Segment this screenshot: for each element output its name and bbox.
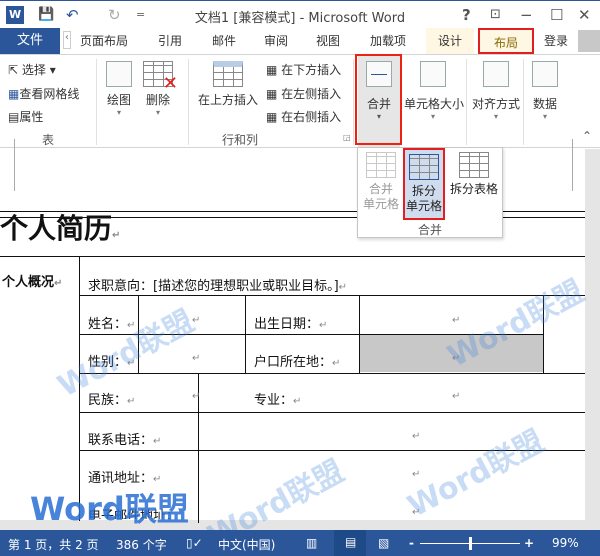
merge-cells-icon: [366, 152, 396, 178]
merge-dropdown: 合并 单元格 拆分 单元格 拆分表格 合并: [357, 147, 503, 238]
title-bar: W 💾 ↶ ↻ = 文档1 [兼容模式] - Microsoft Word ? …: [0, 0, 600, 28]
tab-review[interactable]: 审阅: [264, 32, 288, 49]
group-label-table: 表: [42, 133, 55, 147]
major-label[interactable]: 专业：↵: [254, 389, 301, 408]
print-layout-button[interactable]: ▤: [334, 530, 366, 556]
insert-left-icon: ▦: [266, 87, 278, 101]
paragraph-mark: ↵: [452, 353, 461, 364]
tab-mailings[interactable]: 邮件: [212, 32, 236, 49]
ethnicity-label[interactable]: 民族：↵: [88, 389, 135, 408]
tab-layout[interactable]: 布局: [478, 28, 535, 54]
cursor-icon: ⇱: [8, 63, 19, 77]
split-table-button[interactable]: 拆分表格: [447, 152, 501, 197]
document-heading[interactable]: 个人简历↵: [0, 211, 120, 254]
sign-in-link[interactable]: 登录: [544, 32, 568, 49]
email-label[interactable]: 电子邮件地址：: [88, 505, 179, 519]
print-layout-icon: ▤: [345, 535, 357, 549]
insert-right-icon: ▦: [266, 110, 278, 124]
birth-label[interactable]: 出生日期：↵: [254, 313, 327, 332]
ribbon-tabs: 文件 ‹ 页面布局 引用 邮件 审阅 视图 加载项 设计 布局 登录: [0, 28, 600, 54]
insert-left-button[interactable]: ▦ 在左侧插入: [266, 85, 341, 102]
status-bar: 第 1 页，共 2 页 386 个字 ▯✓ 中文(中国) ▥ ▤ ▧ - + 9…: [0, 530, 600, 556]
paragraph-mark: ↵: [412, 469, 421, 480]
ribbon-display-icon[interactable]: ⊡: [490, 6, 501, 24]
insert-below-button[interactable]: ▦ 在下方插入: [266, 61, 341, 78]
merge-cells-button[interactable]: 合并 单元格: [361, 152, 401, 212]
page-count[interactable]: 第 1 页，共 2 页: [8, 536, 99, 553]
paragraph-mark: ↵: [192, 391, 201, 402]
pencil-icon: [106, 61, 132, 87]
avatar[interactable]: [578, 30, 600, 52]
tab-design[interactable]: 设计: [426, 28, 475, 54]
tab-scroll-left-icon[interactable]: ‹: [63, 31, 71, 49]
paragraph-mark: ↵: [412, 507, 421, 518]
proofing-icon[interactable]: ▯✓: [186, 536, 203, 550]
zoom-slider-thumb[interactable]: [469, 537, 472, 550]
dropdown-group-label: 合并: [417, 223, 442, 237]
properties-icon: ▤: [8, 110, 20, 124]
data-button[interactable]: 数据 ▾: [530, 61, 560, 121]
split-cells-button[interactable]: 拆分 单元格: [403, 148, 445, 220]
merge-button[interactable]: 合并 ▾: [358, 55, 400, 148]
alignment-icon: [483, 61, 509, 87]
cell-size-button[interactable]: 单元格大小 ▾: [404, 61, 464, 121]
grid-icon: ▦: [8, 87, 20, 101]
objective-cell[interactable]: 求职意向：[描述您的理想职业或职业目标。]↵: [88, 275, 347, 294]
close-icon[interactable]: ✕: [578, 6, 591, 24]
name-label[interactable]: 姓名：↵: [88, 313, 135, 332]
window-title: 文档1 [兼容模式] - Microsoft Word: [194, 11, 406, 26]
draw-table-button[interactable]: 绘图 ▾: [104, 61, 134, 117]
view-gridlines-button[interactable]: ▦查看网格线: [8, 85, 79, 102]
delete-button[interactable]: ✕ 删除 ▾: [133, 61, 183, 117]
zoom-out-button[interactable]: -: [409, 536, 414, 550]
tab-addins[interactable]: 加载项: [370, 32, 406, 49]
tab-view[interactable]: 视图: [316, 32, 340, 49]
paragraph-mark: ↵: [452, 315, 461, 326]
hukou-label[interactable]: 户口所在地：↵: [254, 351, 340, 370]
group-label-rows-cols: 行和列: [222, 133, 259, 147]
zoom-in-button[interactable]: +: [524, 536, 534, 550]
gender-label[interactable]: 性别：↵: [88, 351, 135, 370]
maximize-icon[interactable]: ☐: [550, 6, 563, 24]
read-mode-icon[interactable]: ▥: [306, 536, 317, 550]
language[interactable]: 中文(中国): [218, 536, 275, 553]
ribbon: ⇱ 选择 ▾ ▦查看网格线 ▤属性 表 绘图 ▾ ✕ 删除 ▾ 在上方插入 ▦ 在下方…: [0, 54, 600, 148]
tab-references[interactable]: 引用: [158, 32, 182, 49]
document-area: 个人简历↵ 个人概况↵ 求职意向：[描述您的理想职业或职业目标。]↵ 姓名：↵ …: [0, 139, 600, 554]
data-icon: [532, 61, 558, 87]
insert-below-icon: ▦: [266, 63, 278, 77]
minimize-icon[interactable]: −: [520, 6, 533, 24]
dialog-launcher-icon[interactable]: ◲: [343, 133, 351, 142]
tab-file[interactable]: 文件: [0, 28, 60, 54]
split-table-icon: [459, 152, 489, 178]
phone-label[interactable]: 联系电话：↵: [88, 429, 161, 448]
word-count[interactable]: 386 个字: [116, 536, 167, 553]
insert-above-button[interactable]: 在上方插入: [197, 61, 259, 108]
tab-page-layout[interactable]: 页面布局: [80, 32, 128, 49]
split-cells-icon: [409, 154, 439, 180]
section-label: 个人概况↵: [2, 275, 63, 290]
help-icon[interactable]: ?: [462, 6, 471, 24]
zoom-level[interactable]: 99%: [552, 536, 579, 550]
select-button[interactable]: ⇱ 选择 ▾: [8, 61, 56, 78]
merge-icon: [366, 61, 392, 87]
properties-button[interactable]: ▤属性: [8, 108, 43, 125]
delete-table-icon: ✕: [143, 61, 178, 94]
paragraph-mark: ↵: [192, 353, 201, 364]
paragraph-mark: ↵: [412, 431, 421, 442]
insert-right-button[interactable]: ▦ 在右侧插入: [266, 108, 341, 125]
alignment-button[interactable]: 对齐方式 ▾: [470, 61, 522, 121]
collapse-ribbon-icon[interactable]: ⌃: [582, 129, 592, 143]
address-label[interactable]: 通讯地址：↵: [88, 467, 161, 486]
paragraph-mark: ↵: [452, 391, 461, 402]
cell-size-icon: [420, 61, 446, 87]
insert-above-icon: [213, 61, 243, 87]
web-layout-icon[interactable]: ▧: [378, 536, 389, 550]
paragraph-mark: ↵: [192, 315, 201, 326]
